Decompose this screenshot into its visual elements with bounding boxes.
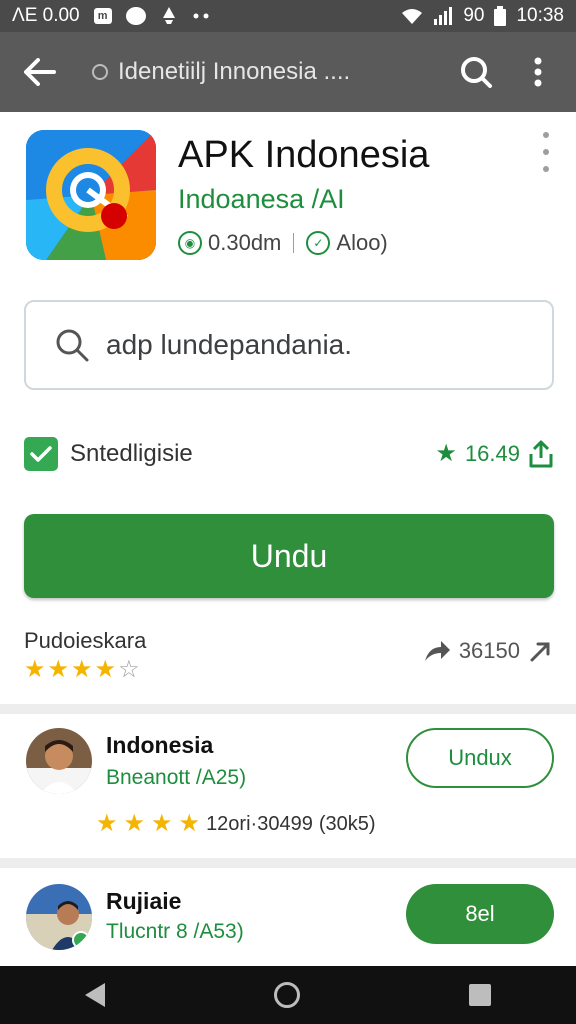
share-icon[interactable] [528, 440, 554, 468]
developer-name[interactable]: Indoanesa /AI [178, 184, 345, 215]
star-icon: ★ [94, 656, 117, 683]
notification-icon [160, 6, 178, 26]
system-nav-bar [0, 966, 576, 1024]
app-header: APK Indonesia Indoanesa /AI ◉ 0.30dm ✓ A… [0, 112, 576, 280]
battery-icon [494, 6, 507, 26]
address-bar[interactable]: Idenetiilj Innonesia .... [92, 58, 454, 86]
chat-bubble-icon [125, 7, 146, 25]
check-icon [30, 446, 52, 462]
list-item-subtitle: Tlucntr 8 /A53) [106, 920, 244, 943]
rating-extra: (30k5) [318, 812, 376, 835]
list-item[interactable]: Indonesia Bneanott /A25) Undux ★ ★ ★ ★ 1… [0, 714, 576, 858]
search-field[interactable]: adp lundepandania. [24, 300, 554, 390]
back-button[interactable] [16, 48, 64, 96]
more-vert-icon [534, 57, 542, 87]
nav-back-icon[interactable] [84, 983, 105, 1007]
app-icon[interactable] [26, 130, 156, 260]
rating-row: Pudoieskara ★ ★ ★ ★ ☆ 36150 [24, 628, 554, 688]
rating-text: 12ori·30499 [206, 812, 313, 835]
list-item-rating: ★ ★ ★ ★ 12ori·30499 (30k5) [96, 812, 376, 836]
rating-count: 36150 [458, 638, 520, 663]
install-button[interactable]: Undu [24, 514, 554, 598]
list-item[interactable]: Rujiaie Tlucntr 8 /A53) 8el [0, 868, 576, 966]
list-item-action-button[interactable]: 8el [406, 884, 554, 944]
option-row: Sntedligisie ★ 16.49 [24, 432, 554, 476]
install-button-outline[interactable]: Undux [406, 728, 554, 788]
app-meta: ◉ 0.30dm ✓ Aloo) [178, 230, 388, 256]
chevron-right-icon[interactable] [528, 638, 554, 664]
list-item-title: Rujiaie [106, 888, 182, 914]
app-name: APK Indonesia [178, 134, 430, 176]
search-query: adp lundepandania. [106, 329, 353, 360]
status-left-text: ΛE 0.00 [12, 5, 80, 26]
tag-icon: ✓ [306, 231, 331, 255]
star-outline-icon: ☆ [118, 656, 140, 683]
more-icon [192, 13, 210, 19]
status-bar: ΛE 0.00 m 90 10:38 [0, 0, 576, 32]
star-icon: ★ [71, 656, 93, 683]
avatar [26, 884, 92, 950]
star-icon: ★ [123, 810, 146, 837]
search-button[interactable] [454, 50, 498, 94]
list-item-subtitle: Bneanott /A25) [106, 766, 247, 789]
star-icon: ★ [96, 810, 118, 837]
page-title: Idenetiilj Innonesia .... [118, 58, 351, 85]
download-size-icon: ◉ [178, 231, 202, 255]
overflow-menu-button[interactable] [516, 50, 560, 94]
star-icon: ★ [24, 656, 46, 683]
list-item-title: Indonesia [106, 732, 214, 758]
star-icon: ★ [178, 810, 201, 837]
avatar [26, 728, 92, 794]
app-bar: Idenetiilj Innonesia .... [0, 32, 576, 112]
star-icon: ★ [151, 810, 173, 837]
meta-divider [293, 233, 295, 253]
m-icon: m [93, 8, 112, 24]
nav-recents-icon[interactable] [469, 984, 492, 1006]
section-divider [0, 704, 576, 714]
app-more-vert-icon[interactable] [534, 132, 558, 172]
share-arrow-icon[interactable] [423, 639, 451, 663]
status-time: 10:38 [516, 5, 564, 26]
option-checkbox[interactable] [24, 437, 58, 471]
battery-percent: 90 [463, 5, 485, 26]
star-icon: ★ [435, 440, 457, 467]
nav-home-icon[interactable] [273, 982, 300, 1008]
lock-icon [92, 64, 108, 80]
star-icon: ★ [47, 656, 70, 683]
signal-icon [433, 7, 453, 25]
app-size: 0.30dm [208, 230, 282, 255]
option-rating: 16.49 [464, 441, 520, 466]
search-icon [56, 329, 89, 362]
option-label: Sntedligisie [70, 440, 193, 467]
app-tag: Aloo) [336, 230, 388, 255]
arrow-left-icon [24, 58, 56, 86]
search-icon [461, 57, 492, 88]
section-divider [0, 858, 576, 868]
wifi-icon [401, 7, 423, 25]
